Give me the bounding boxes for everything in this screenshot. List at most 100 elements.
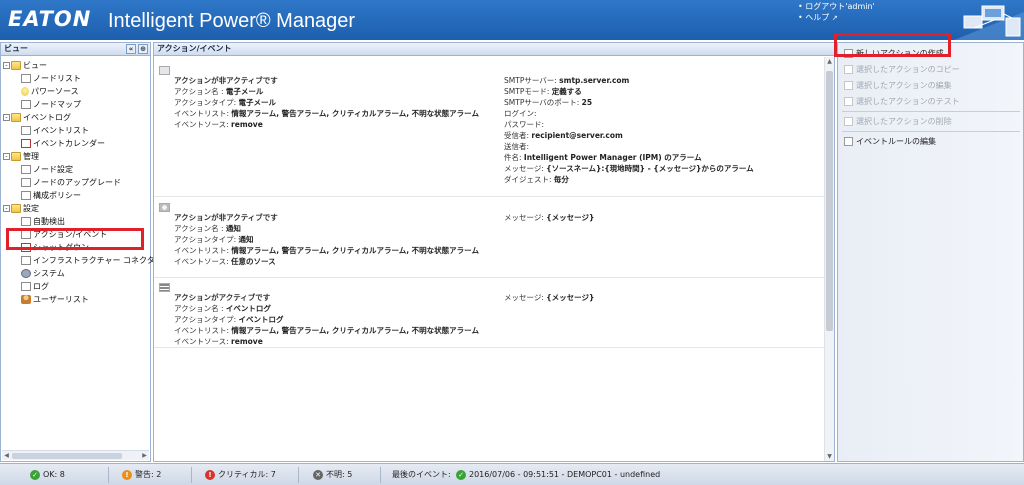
tree-item[interactable]: ユーザーリスト — [3, 293, 150, 306]
tree-item[interactable]: パワーソース — [3, 85, 150, 98]
tree-collapse-icon[interactable]: - — [3, 153, 10, 160]
tree-item[interactable]: ノードのアップグレード — [3, 176, 150, 189]
folder-icon — [11, 204, 21, 213]
gear-icon — [21, 269, 31, 278]
logout-link[interactable]: • ログアウト'admin' — [798, 1, 875, 12]
tree-item-label: イベントリスト — [33, 126, 89, 135]
event-log-icon — [159, 283, 170, 292]
tree-item[interactable]: インフラストラクチャー コネクター — [3, 254, 163, 267]
scroll-down-icon[interactable]: ▼ — [825, 453, 834, 460]
tree-item[interactable]: - イベントログ — [3, 111, 150, 124]
action-detail-line: アクションタイプ: イベントログ — [174, 315, 284, 324]
action-setting-line: 受信者: recipient@server.com — [504, 131, 623, 140]
app-title: Intelligent Power® Manager — [108, 10, 356, 32]
tree-collapse-icon[interactable]: - — [3, 114, 10, 121]
status-warning[interactable]: ! 警告: 2 — [122, 469, 161, 481]
tree-item[interactable]: イベントリスト — [3, 124, 150, 137]
action-setting-line: SMTPサーバのポート: 25 — [504, 98, 593, 107]
policy-icon — [21, 191, 31, 200]
email-icon — [159, 66, 170, 75]
action-detail-line: イベントリスト: 情報アラーム, 警告アラーム, クリティカルアラーム, 不明な… — [174, 326, 479, 335]
scroll-right-icon[interactable]: ▶ — [140, 451, 149, 460]
refresh-icon[interactable]: ⊕ — [138, 44, 148, 54]
action-item[interactable]: アクションが非アクティブです アクション名 : 通知 アクションタイプ: 通知 イベン… — [154, 198, 824, 278]
tree-item[interactable]: - 管理 — [3, 150, 150, 163]
tree-item-label: システム — [33, 269, 65, 278]
critical-icon: ! — [205, 469, 215, 480]
status-bar: ✓ OK: 8 ! 警告: 2 ! クリティカル: 7 ✕ 不明: 5 最後のイベント:… — [0, 463, 1024, 485]
bulb-icon — [21, 87, 29, 96]
separator — [842, 131, 1020, 132]
tree-item-label: ログ — [33, 282, 49, 291]
navigation-tree: - ビュー ノードリスト パワーソース ノードマップ - イベントログ イベントリスト イベント… — [3, 59, 163, 306]
tree-item[interactable]: ログ — [3, 280, 150, 293]
tree-item[interactable]: 自動検出 — [3, 215, 150, 228]
right-actions-panel: 新しいアクションの作成 選択したアクションのコピー 選択したアクションの編集 選択した… — [837, 42, 1024, 462]
tree-item-label: イベントログ — [23, 113, 71, 122]
tree-item-label: 管理 — [23, 152, 39, 161]
tree-item-label: ノードのアップグレード — [33, 178, 121, 187]
action-detail-line: イベントリスト: 情報アラーム, 警告アラーム, クリティカルアラーム, 不明な… — [174, 246, 479, 255]
scroll-left-icon[interactable]: ◀ — [2, 451, 11, 460]
separator — [842, 111, 1020, 112]
action-tool-icon — [844, 97, 853, 106]
connector-icon — [21, 256, 31, 265]
right-action-6[interactable]: イベントルールの編集 — [838, 134, 1023, 150]
tree-item[interactable]: ノード設定 — [3, 163, 150, 176]
action-detail-line: アクションが非アクティブです — [174, 76, 278, 85]
right-action-3[interactable]: 選択したアクションの編集 — [838, 78, 1023, 94]
right-action-2[interactable]: 選択したアクションのコピー — [838, 62, 1023, 78]
status-ok[interactable]: ✓ OK: 8 — [30, 469, 65, 481]
center-content-panel: アクション/イベント アクションが非アクティブです アクション名 : 電子メールア… — [153, 42, 835, 462]
action-detail-line: アクション名 : 電子メール — [174, 87, 264, 96]
notification-icon — [159, 203, 170, 212]
tree-item[interactable]: - ビュー — [3, 59, 150, 72]
scroll-up-icon[interactable]: ▲ — [825, 58, 834, 65]
action-setting-line: メッセージ: {ソースネーム}:{現地時間} - {メッセージ}からのアラーム — [504, 164, 754, 173]
tree-item[interactable]: システム — [3, 267, 150, 280]
left-panel-title: ビュー « ⊕ — [1, 43, 150, 56]
eaton-logo: EATON — [8, 7, 92, 31]
collapse-panel-button[interactable]: « — [126, 44, 136, 54]
left-navigation-panel: ビュー « ⊕ - ビューノードリストパワーソースノードマップ - イベントログイベン… — [0, 42, 163, 462]
tree-item[interactable]: ノードマップ — [3, 98, 150, 111]
status-critical[interactable]: ! クリティカル: 7 — [205, 469, 276, 481]
action-setting-line: メッセージ: {メッセージ} — [504, 213, 595, 222]
center-vertical-scrollbar[interactable]: ▲ ▼ — [824, 57, 834, 461]
action-detail-line: イベントソース: remove — [174, 337, 263, 346]
action-detail-line: アクションが非アクティブです — [174, 213, 278, 222]
tree-item-label: インフラストラクチャー コネクター — [33, 256, 163, 265]
tree-item[interactable]: ノードリスト — [3, 72, 150, 85]
left-horizontal-scrollbar[interactable]: ◀ ▶ — [2, 450, 149, 460]
page-icon — [21, 74, 31, 83]
unknown-icon: ✕ — [313, 469, 323, 480]
action-detail-line: イベントソース: 任意のソース — [174, 257, 276, 266]
last-event-ok-icon: ✓ — [456, 469, 466, 480]
action-setting-line: SMTPモード: 定義する — [504, 87, 582, 96]
settings-page-icon — [21, 165, 31, 174]
ok-check-icon: ✓ — [30, 469, 40, 480]
last-event[interactable]: ✓ 2016/07/06 - 09:51:51 - DEMOPC01 - unde… — [456, 469, 660, 481]
action-detail-line: イベントリスト: 情報アラーム, 警告アラーム, クリティカルアラーム, 不明な… — [174, 109, 479, 118]
action-setting-line: SMTPサーバー: smtp.server.com — [504, 76, 630, 85]
action-item[interactable]: アクションが非アクティブです アクション名 : 電子メール アクションタイプ: 電子… — [154, 61, 824, 197]
action-tool-icon — [844, 117, 853, 126]
tree-item-label: パワーソース — [31, 87, 79, 96]
header-links: • ログアウト'admin' • ヘルプ ↗ — [798, 1, 875, 24]
tree-item-label: ビュー — [23, 61, 47, 70]
action-setting-line: ダイジェスト: 毎分 — [504, 175, 569, 184]
action-item[interactable]: アクションがアクティブです アクション名 : イベントログ アクションタイプ: イベ… — [154, 278, 824, 348]
map-icon — [21, 100, 31, 109]
right-action-4[interactable]: 選択したアクションのテスト — [838, 94, 1023, 110]
highlight-box-action-event — [6, 228, 144, 250]
tree-item[interactable]: 構成ポリシー — [3, 189, 150, 202]
page-icon — [21, 126, 31, 135]
right-action-5[interactable]: 選択したアクションの削除 — [838, 114, 1023, 130]
status-unknown[interactable]: ✕ 不明: 5 — [313, 469, 352, 481]
help-link[interactable]: • ヘルプ ↗ — [798, 12, 875, 24]
tree-item[interactable]: - 設定 — [3, 202, 150, 215]
tree-item-label: ノード設定 — [33, 165, 73, 174]
tree-item[interactable]: イベントカレンダー — [3, 137, 150, 150]
tree-collapse-icon[interactable]: - — [3, 205, 10, 212]
tree-collapse-icon[interactable]: - — [3, 62, 10, 69]
